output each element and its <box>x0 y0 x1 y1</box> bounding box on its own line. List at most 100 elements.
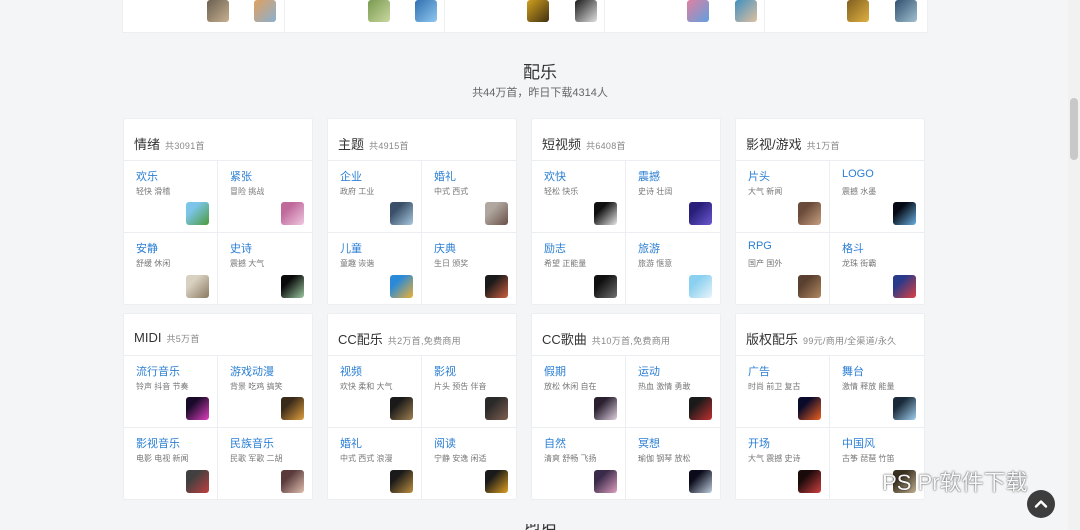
subcategory-item[interactable]: 片头 大气 新闻 <box>736 161 830 233</box>
subcategory-link[interactable]: 冥想 <box>638 435 660 451</box>
subcategory-thumbnail[interactable] <box>281 275 304 298</box>
subcategory-thumbnail[interactable] <box>485 202 508 225</box>
page-scrollbar[interactable] <box>1068 0 1080 530</box>
subcategory-item[interactable]: 自然 清爽 舒畅 飞扬 <box>532 428 626 500</box>
subcategory-item[interactable]: 视频 欢快 柔和 大气 <box>328 356 422 428</box>
card-title[interactable]: 主题 <box>338 137 364 152</box>
subcategory-thumbnail[interactable] <box>594 397 617 420</box>
subcategory-thumbnail[interactable] <box>594 470 617 493</box>
subcategory-thumbnail[interactable] <box>689 397 712 420</box>
subcategory-link[interactable]: 紧张 <box>230 168 252 184</box>
subcategory-link[interactable]: 阅读 <box>434 435 456 451</box>
subcategory-thumbnail[interactable] <box>798 202 821 225</box>
subcategory-thumbnail[interactable] <box>689 275 712 298</box>
subcategory-link[interactable]: 片头 <box>748 168 770 184</box>
subcategory-thumbnail[interactable] <box>390 275 413 298</box>
top-thumbnail[interactable] <box>895 0 917 22</box>
subcategory-link[interactable]: 安静 <box>136 240 158 256</box>
subcategory-item[interactable]: LOGO 震撼 水墨 <box>830 161 924 233</box>
top-thumbnail[interactable] <box>687 0 709 22</box>
subcategory-link[interactable]: 励志 <box>544 240 566 256</box>
top-thumbnail[interactable] <box>575 0 597 22</box>
subcategory-link[interactable]: 企业 <box>340 168 362 184</box>
subcategory-thumbnail[interactable] <box>281 470 304 493</box>
top-thumbnail[interactable] <box>415 0 437 22</box>
subcategory-thumbnail[interactable] <box>798 275 821 298</box>
subcategory-link[interactable]: 欢乐 <box>136 168 158 184</box>
top-thumbnail[interactable] <box>207 0 229 22</box>
subcategory-item[interactable]: 震撼 史诗 壮阔 <box>626 161 720 233</box>
subcategory-item[interactable]: 冥想 瑜伽 钢琴 放松 <box>626 428 720 500</box>
subcategory-item[interactable]: 民族音乐 民歌 军歌 二胡 <box>218 428 312 500</box>
subcategory-thumbnail[interactable] <box>798 397 821 420</box>
subcategory-item[interactable]: 婚礼 中式 西式 浪漫 <box>328 428 422 500</box>
top-thumbnail[interactable] <box>527 0 549 22</box>
subcategory-link[interactable]: 婚礼 <box>340 435 362 451</box>
subcategory-thumbnail[interactable] <box>893 397 916 420</box>
subcategory-link[interactable]: 影视 <box>434 363 456 379</box>
top-thumbnail[interactable] <box>254 0 276 22</box>
subcategory-link[interactable]: LOGO <box>842 168 874 180</box>
subcategory-thumbnail[interactable] <box>186 275 209 298</box>
subcategory-item[interactable]: RPG 国产 国外 <box>736 233 830 305</box>
subcategory-thumbnail[interactable] <box>893 202 916 225</box>
subcategory-item[interactable]: 企业 政府 工业 <box>328 161 422 233</box>
subcategory-thumbnail[interactable] <box>594 202 617 225</box>
subcategory-thumbnail[interactable] <box>893 275 916 298</box>
subcategory-item[interactable]: 儿童 童趣 诙谐 <box>328 233 422 305</box>
subcategory-item[interactable]: 阅读 宁静 安逸 闲适 <box>422 428 516 500</box>
card-title[interactable]: 情绪 <box>134 137 160 152</box>
scrollbar-thumb[interactable] <box>1070 98 1078 160</box>
subcategory-item[interactable]: 安静 舒缓 休闲 <box>124 233 218 305</box>
subcategory-link[interactable]: 视频 <box>340 363 362 379</box>
subcategory-link[interactable]: 史诗 <box>230 240 252 256</box>
subcategory-link[interactable]: 庆典 <box>434 240 456 256</box>
subcategory-link[interactable]: 震撼 <box>638 168 660 184</box>
subcategory-thumbnail[interactable] <box>485 470 508 493</box>
back-to-top-button[interactable] <box>1027 490 1055 518</box>
subcategory-item[interactable]: 紧张 冒险 挑战 <box>218 161 312 233</box>
subcategory-link[interactable]: 运动 <box>638 363 660 379</box>
subcategory-item[interactable]: 运动 热血 激情 勇敢 <box>626 356 720 428</box>
card-title[interactable]: 短视频 <box>542 137 581 152</box>
subcategory-thumbnail[interactable] <box>485 275 508 298</box>
subcategory-item[interactable]: 庆典 生日 颁奖 <box>422 233 516 305</box>
subcategory-link[interactable]: 中国风 <box>842 435 875 451</box>
subcategory-link[interactable]: 婚礼 <box>434 168 456 184</box>
subcategory-item[interactable]: 舞台 激情 释放 能量 <box>830 356 924 428</box>
subcategory-thumbnail[interactable] <box>186 470 209 493</box>
subcategory-item[interactable]: 游戏动漫 背景 吃鸡 搞笑 <box>218 356 312 428</box>
subcategory-thumbnail[interactable] <box>390 397 413 420</box>
top-thumbnail[interactable] <box>368 0 390 22</box>
subcategory-item[interactable]: 史诗 震撼 大气 <box>218 233 312 305</box>
subcategory-item[interactable]: 励志 希望 正能量 <box>532 233 626 305</box>
subcategory-link[interactable]: 儿童 <box>340 240 362 256</box>
subcategory-thumbnail[interactable] <box>390 202 413 225</box>
subcategory-thumbnail[interactable] <box>689 202 712 225</box>
subcategory-thumbnail[interactable] <box>798 470 821 493</box>
subcategory-item[interactable]: 旅游 旅游 惬意 <box>626 233 720 305</box>
top-thumbnail[interactable] <box>847 0 869 22</box>
subcategory-link[interactable]: 格斗 <box>842 240 864 256</box>
subcategory-link[interactable]: 民族音乐 <box>230 435 274 451</box>
subcategory-link[interactable]: 旅游 <box>638 240 660 256</box>
subcategory-item[interactable]: 假期 放松 休闲 自在 <box>532 356 626 428</box>
subcategory-thumbnail[interactable] <box>281 202 304 225</box>
subcategory-thumbnail[interactable] <box>186 202 209 225</box>
subcategory-thumbnail[interactable] <box>390 470 413 493</box>
subcategory-item[interactable]: 婚礼 中式 西式 <box>422 161 516 233</box>
subcategory-thumbnail[interactable] <box>485 397 508 420</box>
subcategory-link[interactable]: 广告 <box>748 363 770 379</box>
subcategory-item[interactable]: 欢快 轻松 快乐 <box>532 161 626 233</box>
subcategory-thumbnail[interactable] <box>186 397 209 420</box>
subcategory-thumbnail[interactable] <box>281 397 304 420</box>
subcategory-link[interactable]: 自然 <box>544 435 566 451</box>
card-title[interactable]: CC配乐 <box>338 332 383 347</box>
subcategory-item[interactable]: 影视音乐 电影 电视 新闻 <box>124 428 218 500</box>
subcategory-link[interactable]: 欢快 <box>544 168 566 184</box>
subcategory-link[interactable]: 流行音乐 <box>136 363 180 379</box>
subcategory-item[interactable]: 影视 片头 预告 伴音 <box>422 356 516 428</box>
subcategory-item[interactable]: 开场 大气 震撼 史诗 <box>736 428 830 500</box>
subcategory-item[interactable]: 欢乐 轻快 滑稽 <box>124 161 218 233</box>
card-title[interactable]: CC歌曲 <box>542 332 587 347</box>
